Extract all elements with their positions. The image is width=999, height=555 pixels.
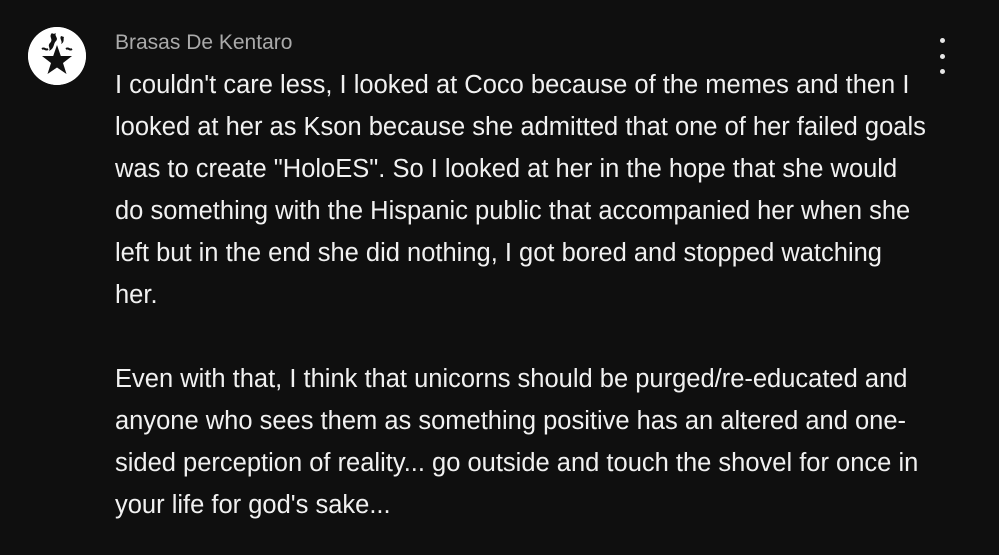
avatar[interactable]	[28, 27, 86, 85]
comment-author[interactable]: Brasas De Kentaro	[115, 30, 292, 56]
black-star-flame-icon	[28, 27, 86, 85]
menu-dot	[939, 69, 945, 74]
comment-paragraph: Even with that, I think that unicorns sh…	[115, 365, 919, 519]
comment-item: Brasas De Kentaro I couldn't care less, …	[0, 0, 999, 555]
comment-paragraph: I couldn't care less, I looked at Coco b…	[115, 71, 926, 309]
menu-dot	[939, 38, 945, 43]
comment-body: I couldn't care less, I looked at Coco b…	[115, 64, 930, 526]
more-vertical-icon[interactable]	[928, 38, 956, 74]
menu-dot	[939, 53, 945, 59]
